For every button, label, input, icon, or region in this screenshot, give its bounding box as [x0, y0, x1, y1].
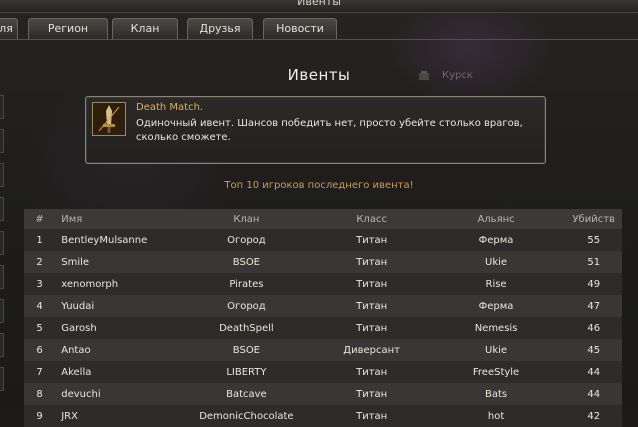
cell-class: Титан	[316, 273, 427, 295]
table-row[interactable]: 4 Yuudai Огород Титан Ферма 47	[24, 295, 622, 317]
cell-rank: 1	[24, 229, 56, 251]
cell-class: Титан	[316, 295, 427, 317]
cell-rank: 5	[24, 317, 56, 339]
cell-alliance: FreeStyle	[426, 361, 566, 383]
header-kills[interactable]: Убийств	[565, 209, 622, 229]
cell-kills: 42	[565, 405, 622, 427]
table-row[interactable]: 9 JRX DemonicChocolate Титан hot 42	[24, 405, 622, 427]
cell-clan: LIBERTY	[176, 361, 317, 383]
cell-kills: 55	[565, 229, 622, 251]
table-row[interactable]: 6 Antao BSOE Диверсант Ukie 45	[24, 339, 622, 361]
cell-name: Smile	[55, 251, 177, 273]
cell-kills: 44	[565, 361, 622, 383]
tab-clan[interactable]: Клан	[112, 18, 178, 40]
header-clan[interactable]: Клан	[176, 209, 317, 229]
cell-name: Antao	[55, 339, 177, 361]
cell-class: Титан	[316, 229, 427, 251]
cell-alliance: Bats	[426, 383, 566, 405]
cell-kills: 47	[565, 295, 622, 317]
cell-class: Титан	[316, 251, 427, 273]
cell-name: Yuudai	[55, 295, 177, 317]
cell-rank: 4	[24, 295, 56, 317]
sword-icon	[92, 102, 126, 136]
cell-class: Титан	[316, 361, 427, 383]
tab-divider	[0, 39, 638, 40]
header-class[interactable]: Класс	[316, 209, 427, 229]
cell-clan: Огород	[176, 229, 317, 251]
cell-clan: Pirates	[176, 273, 317, 295]
cell-alliance: Ukie	[426, 251, 566, 273]
cell-alliance: hot	[426, 405, 566, 427]
leaderboard-table: # Имя Клан Класс Альянс Убийств 1 Bentle…	[24, 209, 622, 427]
cell-class: Титан	[316, 405, 427, 427]
cell-clan: BSOE	[176, 339, 317, 361]
cell-alliance: Nemesis	[426, 317, 566, 339]
cell-kills: 44	[565, 383, 622, 405]
cell-rank: 7	[24, 361, 56, 383]
tab-news[interactable]: Новости	[263, 18, 337, 40]
table-row[interactable]: 3 xenomorph Pirates Титан Rise 49	[24, 273, 622, 295]
cell-name: devuchi	[55, 383, 177, 405]
table-row[interactable]: 5 Garosh DeathSpell Титан Nemesis 46	[24, 317, 622, 339]
table-header-row: # Имя Клан Класс Альянс Убийств	[24, 209, 622, 229]
event-info-box: Death Match. Одиночный ивент. Шансов поб…	[85, 96, 546, 164]
cell-clan: DemonicChocolate	[176, 405, 317, 427]
server-icon	[419, 71, 429, 80]
page-title: Ивенты	[287, 66, 351, 84]
cell-rank: 2	[24, 251, 56, 273]
top10-caption: Топ 10 игроков последнего ивента!	[224, 180, 414, 191]
event-description: Одиночный ивент. Шансов победить нет, пр…	[136, 118, 523, 143]
cell-clan: Batcave	[176, 383, 317, 405]
header-rank[interactable]: #	[24, 209, 56, 229]
cell-clan: Огород	[176, 295, 317, 317]
cell-name: xenomorph	[55, 273, 177, 295]
window-titlebar: Ивенты	[0, 0, 638, 13]
tab-bar: ля Регион Клан Друзья Новости	[0, 18, 638, 40]
tab-friends[interactable]: Друзья	[187, 18, 253, 40]
window-title: Ивенты	[297, 0, 341, 8]
cell-alliance: Ферма	[426, 295, 566, 317]
table-row[interactable]: 1 BentleyMulsanne Огород Титан Ферма 55	[24, 229, 622, 251]
table-row[interactable]: 7 Akella LIBERTY Титан FreeStyle 44	[24, 361, 622, 383]
table-row[interactable]: 2 Smile BSOE Титан Ukie 51	[24, 251, 622, 273]
cell-clan: BSOE	[176, 251, 317, 273]
tab-partial[interactable]: ля	[0, 18, 18, 40]
cell-alliance: Rise	[426, 273, 566, 295]
cell-class: Диверсант	[316, 339, 427, 361]
event-title: Death Match.	[136, 102, 204, 113]
cell-name: Akella	[55, 361, 177, 383]
cell-name: Garosh	[55, 317, 177, 339]
cell-alliance: Ферма	[426, 229, 566, 251]
cell-name: BentleyMulsanne	[55, 229, 177, 251]
cell-rank: 8	[24, 383, 56, 405]
cell-alliance: Ukie	[426, 339, 566, 361]
cell-rank: 9	[24, 405, 56, 427]
cell-class: Титан	[316, 383, 427, 405]
cell-kills: 49	[565, 273, 622, 295]
left-side-strip	[0, 95, 4, 409]
cell-kills: 51	[565, 251, 622, 273]
server-label: Курск	[442, 70, 473, 81]
tab-region[interactable]: Регион	[28, 18, 108, 40]
cell-name: JRX	[55, 405, 177, 427]
header-alliance[interactable]: Альянс	[426, 209, 566, 229]
header-name[interactable]: Имя	[55, 209, 177, 229]
cell-kills: 45	[565, 339, 622, 361]
cell-rank: 3	[24, 273, 56, 295]
cell-class: Титан	[316, 317, 427, 339]
cell-kills: 46	[565, 317, 622, 339]
cell-rank: 6	[24, 339, 56, 361]
cell-clan: DeathSpell	[176, 317, 317, 339]
table-row[interactable]: 8 devuchi Batcave Титан Bats 44	[24, 383, 622, 405]
